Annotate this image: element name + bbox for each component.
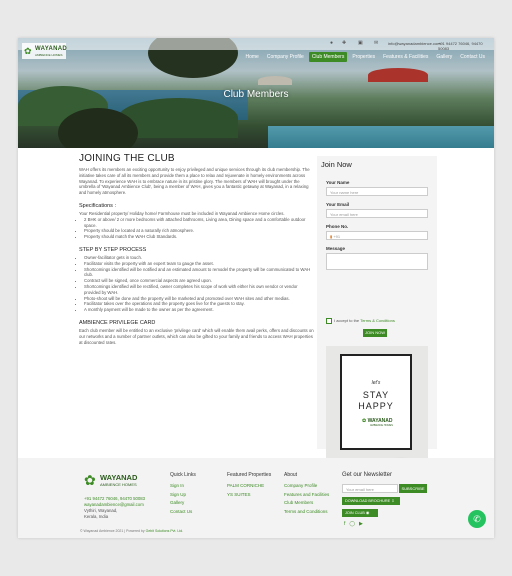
powered-by-link[interactable]: Gebit Solutions Pvt. Ltd. [146, 529, 184, 533]
join-club-button[interactable]: JOIN CLUB ◉ [342, 509, 378, 517]
list-item: 2 BHK or above/ 2 or more bedrooms with … [84, 217, 314, 229]
subscribe-button[interactable]: SUBSCRIBE [399, 484, 427, 493]
hero-banner: ● ✚ ▣ ✉ info@wayanadambience.com +91 944… [18, 38, 494, 148]
nav-gallery[interactable]: Gallery [433, 52, 455, 62]
join-form: Join Now Your Name Your name here Your E… [317, 156, 437, 484]
cart-icon[interactable]: ▣ [358, 40, 363, 46]
poster-happy: HAPPY [358, 401, 394, 411]
logo-leaf-icon: ✿ [24, 46, 32, 56]
add-user-icon[interactable]: ✚ [342, 40, 346, 46]
list-item: Shortcomings identified will be rectifie… [84, 284, 314, 296]
specifications-list: 2 BHK or above/ 2 or more bedrooms with … [79, 217, 314, 240]
page-title: JOINING THE CLUB [79, 153, 175, 164]
poster-tagline: AMBIENCE HOMES [370, 424, 393, 427]
terms-text: I accept to the Terms & Conditions [334, 318, 395, 323]
message-textarea[interactable] [326, 253, 428, 270]
footer-link-features[interactable]: Features and Facilities [284, 491, 329, 500]
nav-properties[interactable]: Properties [349, 52, 378, 62]
join-now-button[interactable]: JOIN NOW [363, 329, 387, 337]
phone-input[interactable]: ▮ +91 [326, 231, 428, 240]
footer-quick-links: Quick Links Sign In Sign Up Gallery Cont… [170, 472, 196, 516]
youtube-icon[interactable]: ▶ [359, 521, 367, 527]
social-links: f◯▶ [344, 521, 367, 527]
join-title: Join Now [321, 160, 352, 169]
newsletter-title: Get our Newsletter [342, 472, 393, 478]
eye-icon: ◉ [365, 511, 370, 515]
name-input[interactable]: Your name here [326, 187, 428, 196]
site-footer: ✿ WAYANAD AMBIENCE HOMES +91 94472 76046… [18, 458, 494, 538]
download-icon: ⇩ [391, 499, 395, 503]
download-brochure-label: DOWNLOAD BROCHURE [345, 499, 391, 503]
nav-features[interactable]: Features & Facilities [380, 52, 431, 62]
list-item: Property should match the WAH Club Stand… [84, 234, 314, 240]
intro-paragraph: WAH offers its members an exciting oppor… [79, 167, 310, 196]
footer-link-ys-suites[interactable]: YS SUITES [227, 491, 271, 500]
phone-label: Phone No. [326, 224, 349, 229]
footer-link-club-members[interactable]: Club Members [284, 499, 329, 508]
poster-frame: let's STAY HAPPY ✿ WAYANAD AMBIENCE HOME… [340, 354, 412, 450]
topbar-phone[interactable]: +91 94472 76046, 94470 50083 [438, 41, 494, 51]
message-label: Message [326, 246, 346, 251]
footer-brand: WAYANAD [100, 473, 138, 482]
terms-checkbox[interactable] [326, 318, 332, 324]
footer-link-palm-corniche[interactable]: PALM CORNICHE [227, 482, 271, 491]
steps-list: Owner-facilitator gets in touch. Facilit… [79, 255, 314, 313]
specifications-heading: Specifications : [79, 202, 116, 209]
nav-company-profile[interactable]: Company Profile [264, 52, 307, 62]
main-content: JOINING THE CLUB WAH offers its members … [79, 153, 314, 345]
copyright: © Wayanad Ambience 2021 | Powered by Geb… [80, 529, 183, 533]
footer-leaf-icon: ✿ [84, 472, 96, 488]
steps-heading: STEP BY STEP PROCESS [79, 246, 147, 253]
footer-featured: Featured Properties PALM CORNICHE YS SUI… [227, 472, 271, 499]
email-input[interactable]: Your email here [326, 209, 428, 218]
footer-about: About Company Profile Features and Facil… [284, 472, 329, 516]
about-title: About [284, 472, 298, 478]
nav-club-members[interactable]: Club Members [308, 52, 348, 62]
mail-icon: ✉ [374, 40, 379, 46]
newsletter-email-input[interactable]: Your email here [342, 484, 398, 493]
topbar-email[interactable]: info@wayanadambience.com [388, 41, 441, 46]
footer-link-terms[interactable]: Terms and Conditions [284, 508, 329, 517]
terms-prefix: I accept to the [334, 318, 360, 323]
top-bar: ● ✚ ▣ ✉ info@wayanadambience.com +91 944… [18, 38, 494, 51]
join-club-label: JOIN CLUB [345, 511, 365, 515]
name-label: Your Name [326, 180, 350, 185]
logo-tagline: AMBIENCE HOMES [35, 53, 63, 57]
privilege-paragraph: Each club member will be entitled to an … [79, 327, 314, 345]
phone-prefix: +91 [333, 234, 341, 239]
footer-link-company-profile[interactable]: Company Profile [284, 482, 329, 491]
main-nav: Home Company Profile Club Members Proper… [243, 52, 489, 62]
footer-link-gallery[interactable]: Gallery [170, 499, 196, 508]
poster-stay: STAY [362, 390, 390, 400]
site-logo[interactable]: ✿ WAYANAD AMBIENCE HOMES [22, 43, 67, 59]
poster-leaf-icon: ✿ [362, 418, 367, 424]
user-icon[interactable]: ● [330, 40, 333, 46]
hero-title: Club Members [223, 89, 289, 100]
flag-icon[interactable]: ▮ [330, 234, 332, 239]
whatsapp-chat-icon[interactable]: ✆ [468, 510, 486, 528]
download-brochure-button[interactable]: DOWNLOAD BROCHURE ⇩ [342, 497, 400, 505]
nav-contact[interactable]: Contact Us [457, 52, 488, 62]
privilege-heading: AMBIENCE PRIVILEGE CARD [79, 319, 156, 326]
terms-link[interactable]: Terms & Conditions [360, 318, 395, 323]
email-label: Your Email [326, 202, 350, 207]
poster-lets: let's [371, 380, 381, 386]
logo-name: WAYANAD [35, 46, 67, 52]
footer-contact: +91 94472 76046, 94470 50083 wayanadambi… [84, 496, 145, 520]
footer-address-line2: Kerala, India [84, 514, 109, 519]
footer-link-sign-in[interactable]: Sign In [170, 482, 196, 491]
list-item: A monthly payment will be made to the ow… [84, 307, 314, 313]
footer-link-sign-up[interactable]: Sign Up [170, 491, 196, 500]
copyright-text: © Wayanad Ambience 2021 | Powered by [80, 529, 145, 533]
footer-link-contact[interactable]: Contact Us [170, 508, 196, 517]
featured-title: Featured Properties [227, 472, 272, 478]
list-item: Shortcomings identified will be notified… [84, 267, 314, 279]
specifications-intro: Your Residential property/ Holiday home/… [79, 210, 285, 216]
instagram-icon[interactable]: ◯ [349, 521, 359, 527]
footer-tagline: AMBIENCE HOMES [100, 482, 137, 487]
page-frame: ● ✚ ▣ ✉ info@wayanadambience.com +91 944… [18, 38, 494, 538]
quick-links-title: Quick Links [170, 472, 196, 478]
newsletter: Get our Newsletter Your email here SUBSC… [342, 472, 452, 527]
nav-home[interactable]: Home [243, 52, 262, 62]
